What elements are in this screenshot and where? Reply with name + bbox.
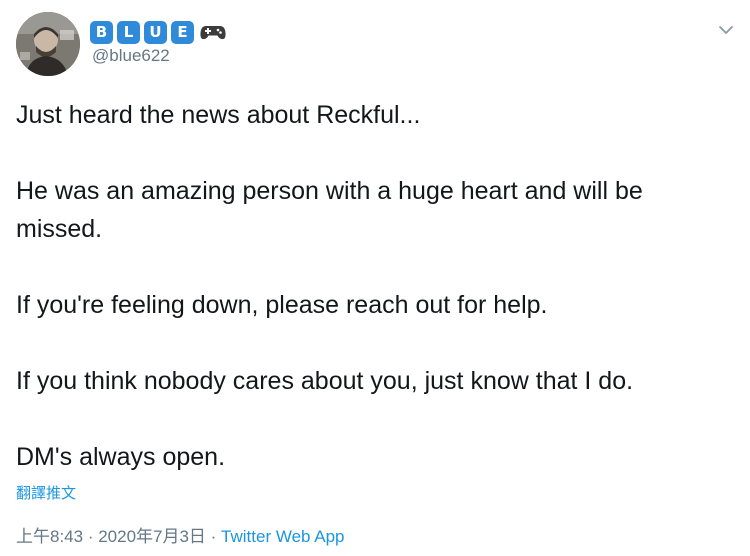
user-handle[interactable]: @blue622 <box>92 46 170 66</box>
tweet-time[interactable]: 上午8:43 <box>16 527 83 546</box>
tweet-source-link[interactable]: Twitter Web App <box>221 527 344 546</box>
name-letter-e: E <box>171 20 194 44</box>
tweet-paragraph: If you're feeling down, please reach out… <box>16 291 548 319</box>
tweet-paragraph: Just heard the news about Reckful... <box>16 101 421 129</box>
tweet-paragraph: He was an amazing person with a huge hea… <box>16 177 643 243</box>
tweet-paragraph: If you think nobody cares about you, jus… <box>16 367 634 395</box>
translate-tweet-link[interactable]: 翻譯推文 <box>16 482 76 503</box>
chevron-down-icon[interactable] <box>716 20 736 40</box>
tweet-card: B L U E @blue622 Just heard the news abo… <box>0 0 750 556</box>
name-letter-b: B <box>90 20 113 44</box>
name-letter-l: L <box>117 20 140 44</box>
tweet-metadata: 上午8:43 · 2020年7月3日 · Twitter Web App <box>16 522 345 547</box>
meta-separator: · <box>205 527 222 546</box>
avatar[interactable] <box>16 12 80 76</box>
tweet-paragraph: DM's always open. <box>16 443 226 471</box>
tweet-text: Just heard the news about Reckful... He … <box>16 96 731 476</box>
meta-separator: · <box>83 527 99 546</box>
display-name[interactable]: B L U E <box>90 20 226 44</box>
profile-photo-icon <box>16 12 80 76</box>
gamepad-icon <box>200 26 226 40</box>
tweet-date[interactable]: 2020年7月3日 <box>98 527 206 546</box>
name-letter-u: U <box>144 20 167 44</box>
